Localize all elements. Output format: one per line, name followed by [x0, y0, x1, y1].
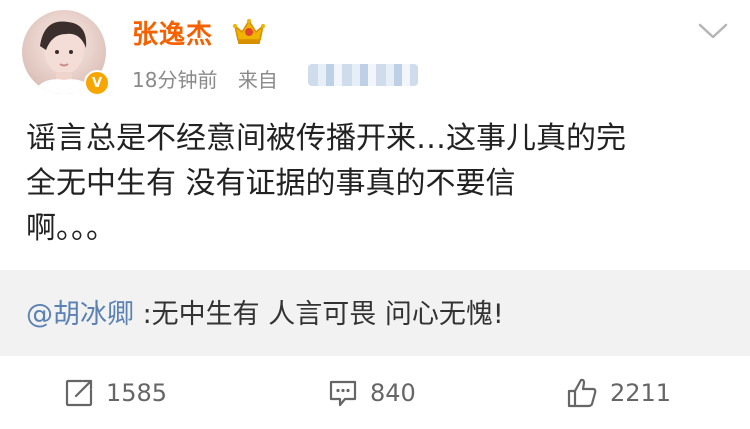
like-button[interactable]: 2211 [566, 376, 671, 410]
post-time: 18分钟前 [132, 68, 218, 92]
comment-button[interactable]: 840 [328, 376, 416, 410]
repost-icon [65, 379, 93, 407]
quote-line: @胡冰卿 :无中生有 人言可畏 问心无愧! [26, 292, 504, 331]
quote-text: :无中生有 人言可畏 问心无愧! [134, 299, 504, 330]
author-name[interactable]: 张逸杰 [132, 14, 213, 51]
repost-button[interactable]: 1585 [64, 376, 167, 410]
post-actions: 1585 840 2211 [0, 356, 750, 429]
repost-quote[interactable]: @胡冰卿 :无中生有 人言可畏 问心无愧! [0, 270, 750, 356]
crown-icon[interactable] [232, 16, 266, 46]
author-avatar[interactable]: V [22, 10, 110, 96]
thumbs-up-icon [567, 378, 597, 408]
comment-icon [329, 380, 357, 407]
post-text-line: 全无中生有 没有证据的事真的不要信 [26, 166, 516, 201]
mention-link[interactable]: @胡冰卿 [26, 299, 134, 330]
post-text-line: 啊。。。 [26, 211, 116, 246]
source-app-blurred [308, 64, 418, 86]
like-count: 2211 [610, 379, 672, 407]
post-meta: 18分钟前 来自 [132, 64, 278, 93]
chevron-down-icon[interactable] [696, 20, 730, 42]
source-label: 来自 [237, 68, 278, 92]
verified-v-icon: V [84, 70, 110, 96]
repost-count: 1585 [106, 379, 168, 407]
post-text-line: 谣言总是不经意间被传播开来…这事儿真的完 [26, 121, 626, 156]
comment-count: 840 [370, 379, 416, 407]
weibo-post-card: V 张逸杰 18分钟前 来自 谣言总是不经意间被传播开来…这事儿真的完 全无中生… [0, 0, 750, 429]
post-text: 谣言总是不经意间被传播开来…这事儿真的完 全无中生有 没有证据的事真的不要信 啊… [26, 116, 726, 251]
